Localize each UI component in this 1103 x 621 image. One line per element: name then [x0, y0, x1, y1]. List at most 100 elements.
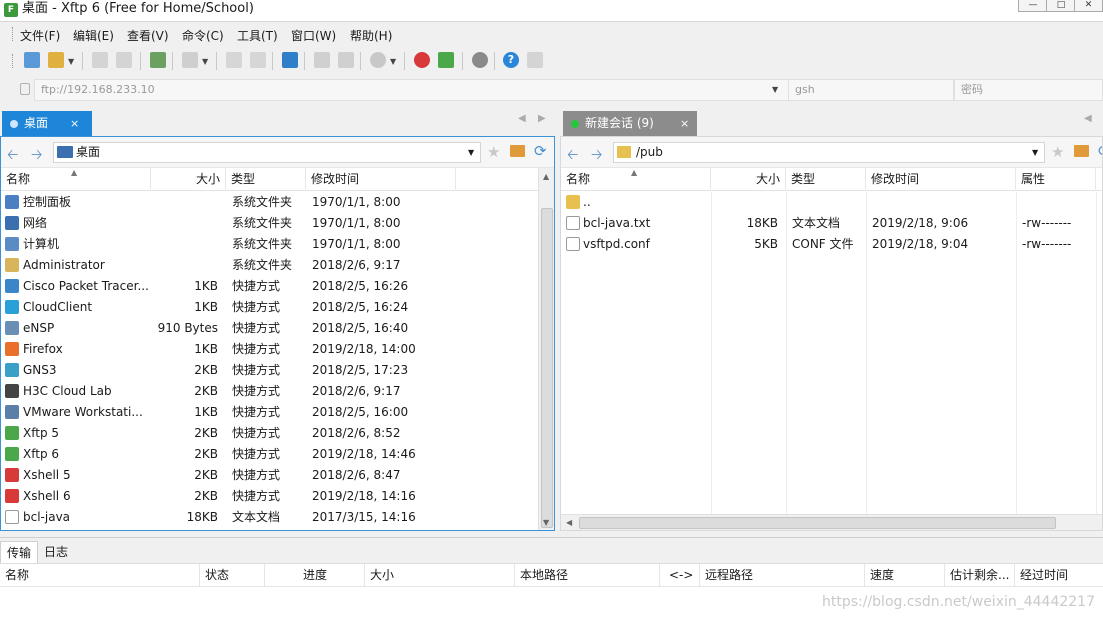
- favorite-star-icon[interactable]: ★: [487, 143, 500, 161]
- transfer-queue-icon[interactable]: [182, 52, 198, 68]
- host-dropdown-icon[interactable]: ▼: [772, 85, 778, 94]
- xfer-col-size[interactable]: 大小: [365, 564, 515, 588]
- menu-tools[interactable]: 工具(T): [237, 27, 278, 44]
- forward-arrow-icon[interactable]: 🡢: [591, 144, 602, 168]
- scroll-up-icon[interactable]: ▲: [543, 172, 549, 181]
- path-dropdown-icon[interactable]: ▼: [1032, 143, 1038, 162]
- menu-window[interactable]: 窗口(W): [291, 27, 336, 44]
- tab-scroll-right-icon[interactable]: ▶: [538, 113, 546, 124]
- paste-file-icon[interactable]: [250, 52, 266, 68]
- file-row[interactable]: Xshell 5 2KB 快捷方式 2018/2/6, 8:47: [1, 465, 538, 486]
- xfer-col-direction[interactable]: <->: [660, 564, 700, 588]
- forward-arrow-icon[interactable]: 🡢: [31, 144, 42, 168]
- col-attributes[interactable]: 属性: [1016, 168, 1096, 191]
- file-row[interactable]: 网络 系统文件夹 1970/1/1, 8:00: [1, 213, 538, 234]
- username-input[interactable]: gsh: [788, 79, 954, 101]
- help-icon[interactable]: ?: [503, 52, 519, 68]
- col-type[interactable]: 类型: [226, 168, 306, 191]
- menu-view[interactable]: 查看(V): [127, 27, 169, 44]
- path-dropdown-icon[interactable]: ▼: [468, 143, 474, 162]
- gear-icon[interactable]: [472, 52, 488, 68]
- local-path-input[interactable]: 桌面 ▼: [53, 142, 481, 163]
- tab-remote-session[interactable]: 新建会话 (9) ×: [563, 111, 697, 136]
- menu-command[interactable]: 命令(C): [182, 27, 224, 44]
- tab-local-desktop[interactable]: 桌面 ×: [2, 111, 92, 136]
- tab-transfer[interactable]: 传输: [0, 541, 39, 563]
- new-tab-icon[interactable]: [150, 52, 166, 68]
- xfer-col-eta[interactable]: 估计剩余...: [945, 564, 1015, 588]
- col-modified[interactable]: 修改时间: [306, 168, 456, 191]
- file-row[interactable]: eNSP 910 Bytes 快捷方式 2018/2/5, 16:40: [1, 318, 538, 339]
- open-folder-icon[interactable]: [48, 52, 64, 68]
- file-row[interactable]: H3C Cloud Lab 2KB 快捷方式 2018/2/6, 9:17: [1, 381, 538, 402]
- password-input[interactable]: 密码: [954, 79, 1103, 101]
- file-row[interactable]: Firefox 1KB 快捷方式 2019/2/18, 14:00: [1, 339, 538, 360]
- scroll-left-icon[interactable]: ◀: [566, 518, 572, 527]
- menu-help[interactable]: 帮助(H): [350, 27, 392, 44]
- file-row[interactable]: CloudClient 1KB 快捷方式 2018/2/5, 16:24: [1, 297, 538, 318]
- file-row[interactable]: ..: [561, 192, 1102, 213]
- xfer-col-remote-path[interactable]: 远程路径: [700, 564, 865, 588]
- xfer-col-name[interactable]: 名称: [0, 564, 200, 588]
- local-vertical-scrollbar[interactable]: ▲ ▼: [538, 168, 554, 530]
- copy-icon[interactable]: [314, 52, 330, 68]
- new-session-icon[interactable]: [24, 52, 40, 68]
- col-size[interactable]: 大小: [151, 168, 226, 191]
- menu-edit[interactable]: 编辑(E): [73, 27, 114, 44]
- disconnect-icon[interactable]: [116, 52, 132, 68]
- refresh-icon[interactable]: ⟳: [534, 142, 547, 160]
- tab-log[interactable]: 日志: [38, 541, 74, 563]
- tab-scroll-left-icon[interactable]: ◀: [1084, 113, 1092, 124]
- col-type[interactable]: 类型: [786, 168, 866, 191]
- xftp-launch-icon[interactable]: [438, 52, 454, 68]
- file-row[interactable]: GNS3 2KB 快捷方式 2018/2/5, 17:23: [1, 360, 538, 381]
- col-size[interactable]: 大小: [711, 168, 786, 191]
- file-row[interactable]: VMware Workstati... 1KB 快捷方式 2018/2/5, 16:0…: [1, 402, 538, 423]
- file-row[interactable]: Xftp 6 2KB 快捷方式 2019/2/18, 14:46: [1, 444, 538, 465]
- open-dropdown-icon[interactable]: ▼: [68, 57, 74, 66]
- scroll-thumb[interactable]: [579, 517, 1056, 529]
- scroll-thumb[interactable]: [541, 208, 553, 528]
- file-row[interactable]: 计算机 系统文件夹 1970/1/1, 8:00: [1, 234, 538, 255]
- tab-close-icon[interactable]: ×: [70, 111, 79, 136]
- remote-horizontal-scrollbar[interactable]: ◀: [561, 514, 1102, 530]
- xfer-col-speed[interactable]: 速度: [865, 564, 945, 588]
- file-row[interactable]: Administrator 系统文件夹 2018/2/6, 9:17: [1, 255, 538, 276]
- globe-dropdown-icon[interactable]: ▼: [390, 57, 396, 66]
- file-row[interactable]: bcl-java 18KB 文本文档 2017/3/15, 14:16: [1, 507, 538, 528]
- tab-scroll-left-icon[interactable]: ◀: [518, 113, 526, 124]
- minimize-button[interactable]: —: [1018, 0, 1048, 12]
- refresh-icon[interactable]: ⟳: [1098, 142, 1102, 160]
- file-row[interactable]: Cisco Packet Tracer... 1KB 快捷方式 2018/2/5, 1…: [1, 276, 538, 297]
- xfer-col-status[interactable]: 状态: [200, 564, 265, 588]
- connect-icon[interactable]: [92, 52, 108, 68]
- col-modified[interactable]: 修改时间: [866, 168, 1016, 191]
- back-arrow-icon[interactable]: 🡠: [567, 144, 578, 168]
- file-row[interactable]: Xftp 5 2KB 快捷方式 2018/2/6, 8:52: [1, 423, 538, 444]
- xshell-icon[interactable]: [414, 52, 430, 68]
- maximize-button[interactable]: □: [1046, 0, 1076, 12]
- remote-path-input[interactable]: /pub ▼: [613, 142, 1045, 163]
- file-row[interactable]: vsftpd.conf 5KB CONF 文件 2019/2/18, 9:04 -rw-…: [561, 234, 1102, 255]
- file-row[interactable]: bcl-java.txt 18KB 文本文档 2019/2/18, 9:06 -rw--…: [561, 213, 1102, 234]
- copy-file-icon[interactable]: [226, 52, 242, 68]
- tab-close-icon[interactable]: ×: [680, 111, 689, 136]
- file-row[interactable]: 控制面板 系统文件夹 1970/1/1, 8:00: [1, 192, 538, 213]
- back-arrow-icon[interactable]: 🡠: [7, 144, 18, 168]
- home-folder-icon[interactable]: [510, 145, 525, 157]
- xfer-col-elapsed[interactable]: 经过时间: [1015, 564, 1103, 588]
- xfer-col-local-path[interactable]: 本地路径: [515, 564, 660, 588]
- chat-icon[interactable]: [527, 52, 543, 68]
- xfer-col-progress[interactable]: 进度: [265, 564, 365, 588]
- sync-icon[interactable]: [282, 52, 298, 68]
- close-window-button[interactable]: ✕: [1074, 0, 1103, 12]
- scroll-down-icon[interactable]: ▼: [543, 518, 549, 527]
- globe-icon[interactable]: [370, 52, 386, 68]
- file-row[interactable]: Xshell 6 2KB 快捷方式 2019/2/18, 14:16: [1, 486, 538, 507]
- host-input[interactable]: ftp://192.168.233.10: [34, 79, 800, 101]
- paste-icon[interactable]: [338, 52, 354, 68]
- favorite-star-icon[interactable]: ★: [1051, 143, 1064, 161]
- menu-file[interactable]: 文件(F): [20, 27, 60, 44]
- queue-dropdown-icon[interactable]: ▼: [202, 57, 208, 66]
- home-folder-icon[interactable]: [1074, 145, 1089, 157]
